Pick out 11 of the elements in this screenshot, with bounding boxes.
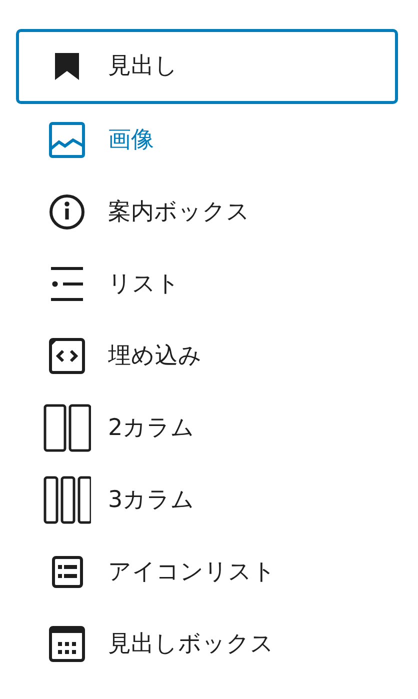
block-item[interactable]: 埋め込み (16, 320, 398, 392)
block-item[interactable]: 見出し (16, 29, 398, 104)
block-item[interactable]: 3カラム (16, 464, 398, 536)
block-item[interactable]: リスト (16, 248, 398, 320)
block-item[interactable]: アイコンリスト (16, 536, 398, 608)
block-item[interactable]: 2カラム (16, 392, 398, 464)
columns-icon (43, 476, 91, 524)
block-item[interactable]: 案内ボックス (16, 176, 398, 248)
columns-icon (43, 404, 91, 452)
block-item[interactable]: 画像 (16, 104, 398, 176)
block-item[interactable]: 見出しボックス (16, 608, 398, 680)
